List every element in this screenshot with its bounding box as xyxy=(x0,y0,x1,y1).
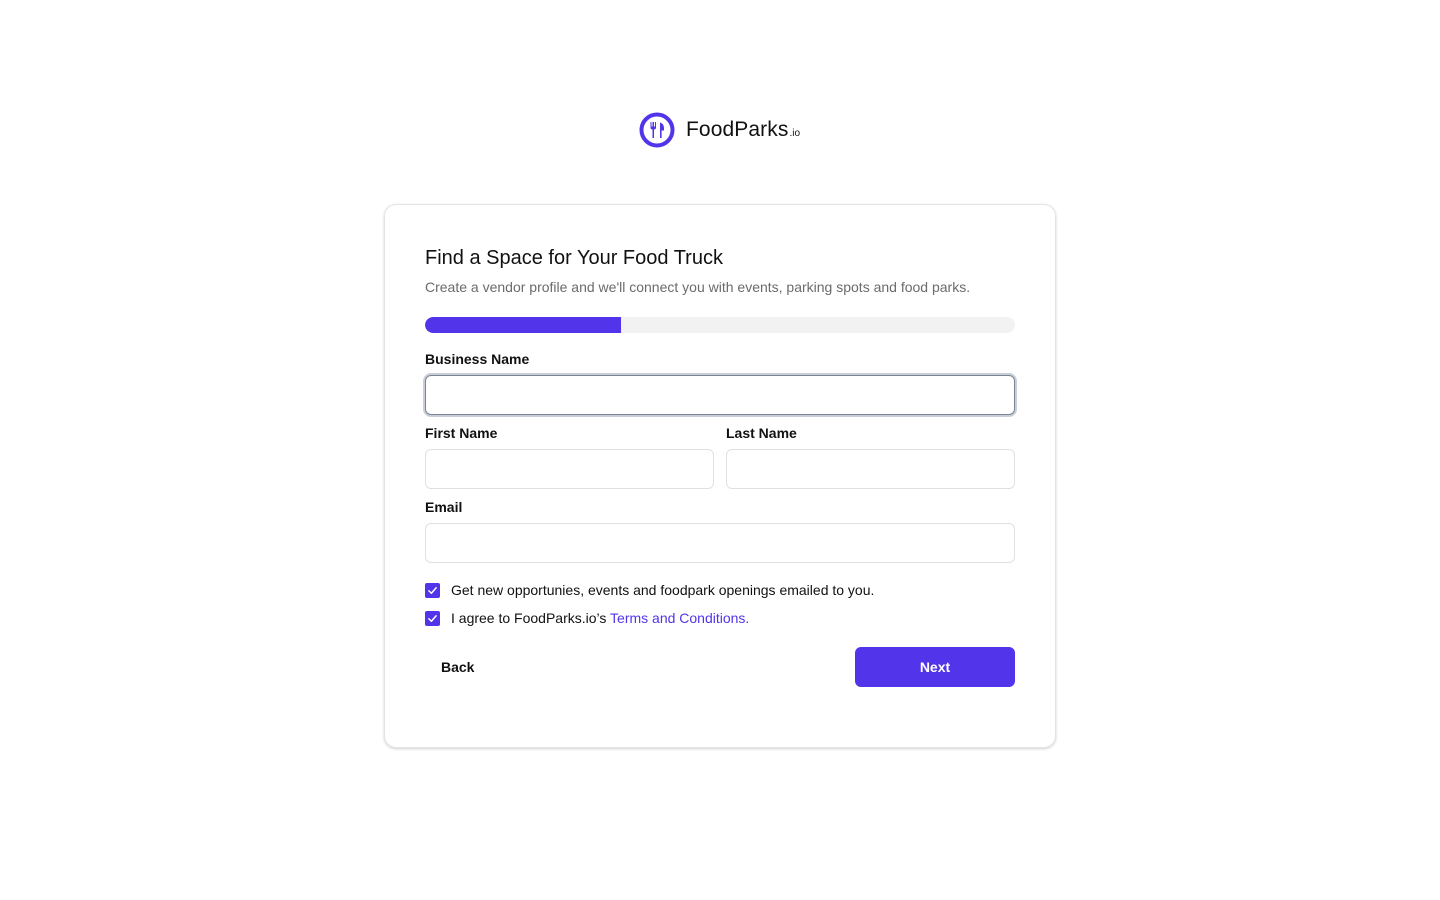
business-name-input[interactable] xyxy=(425,375,1015,415)
checkmark-icon xyxy=(428,586,437,594)
progress-bar xyxy=(425,317,1015,333)
terms-label-text: I agree to FoodParks.io’s xyxy=(451,610,611,626)
page-subtitle: Create a vendor profile and we'll connec… xyxy=(425,279,971,295)
signup-card: Find a Space for Your Food Truck Create … xyxy=(384,204,1056,748)
email-label: Email xyxy=(425,499,463,515)
business-name-label: Business Name xyxy=(425,351,530,367)
terms-checkbox[interactable] xyxy=(425,610,440,626)
back-button[interactable]: Back xyxy=(425,647,490,687)
email-input[interactable] xyxy=(425,523,1015,563)
brand-suffix: .io xyxy=(789,128,801,139)
progress-bar-fill xyxy=(425,317,622,333)
opportunities-checkbox-row: Get new opportunies, events and foodpark… xyxy=(425,582,874,598)
brand-logo: FoodParks.io xyxy=(639,112,800,148)
terms-checkbox-label: I agree to FoodParks.io’s Terms and Cond… xyxy=(451,610,749,626)
next-button[interactable]: Next xyxy=(855,647,1015,687)
first-name-label: First Name xyxy=(425,425,498,441)
page-title: Find a Space for Your Food Truck xyxy=(425,247,723,269)
brand-name: FoodParks xyxy=(686,118,789,141)
last-name-label: Last Name xyxy=(726,425,797,441)
terms-checkbox-row: I agree to FoodParks.io’s Terms and Cond… xyxy=(425,610,749,626)
opportunities-checkbox-label: Get new opportunies, events and foodpark… xyxy=(451,582,875,598)
first-name-input[interactable] xyxy=(425,449,714,489)
opportunities-checkbox[interactable] xyxy=(425,582,440,598)
terms-link[interactable]: Terms and Conditions. xyxy=(610,610,749,626)
checkmark-icon xyxy=(428,614,437,622)
fork-knife-icon xyxy=(639,112,675,148)
last-name-input[interactable] xyxy=(726,449,1015,489)
